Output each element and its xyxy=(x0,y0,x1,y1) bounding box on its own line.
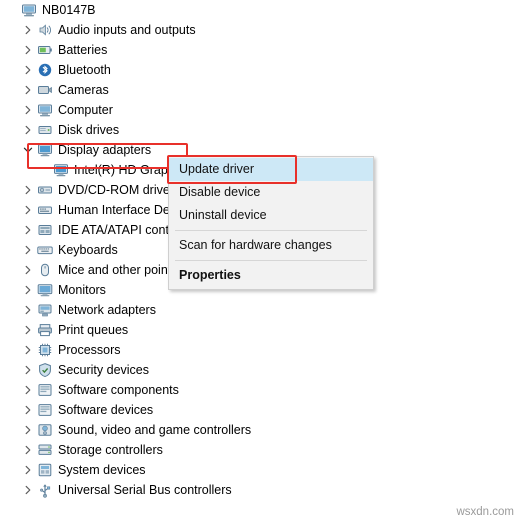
tree-node-label: Software devices xyxy=(58,403,154,417)
dvd-icon xyxy=(36,180,54,200)
processor-icon xyxy=(36,340,54,360)
display-icon xyxy=(52,160,70,180)
tree-node[interactable]: Processors xyxy=(0,340,520,360)
watermark: wsxdn.com xyxy=(456,506,514,518)
camera-icon xyxy=(36,80,54,100)
tree-node[interactable]: Print queues xyxy=(0,320,520,340)
tree-node[interactable]: Batteries xyxy=(0,40,520,60)
tree-node-label: Storage controllers xyxy=(58,443,163,457)
tree-node[interactable]: Audio inputs and outputs xyxy=(0,20,520,40)
display-icon xyxy=(36,140,54,160)
computer-icon xyxy=(20,0,38,20)
printer-icon xyxy=(36,320,54,340)
menu-item[interactable]: Properties xyxy=(169,264,373,287)
tree-node[interactable]: Cameras xyxy=(0,80,520,100)
tree-node-label: Software components xyxy=(58,383,179,397)
chevron-right-icon[interactable] xyxy=(20,180,36,200)
chevron-right-icon[interactable] xyxy=(20,220,36,240)
tree-node-label: Cameras xyxy=(58,83,109,97)
chevron-right-icon[interactable] xyxy=(20,300,36,320)
mouse-icon xyxy=(36,260,54,280)
tree-node-label: Bluetooth xyxy=(58,63,111,77)
menu-item[interactable]: Scan for hardware changes xyxy=(169,234,373,257)
tree-node-label: NB0147B xyxy=(42,3,96,17)
tree-node-label: Sound, video and game controllers xyxy=(58,423,252,437)
monitor-icon xyxy=(36,280,54,300)
bluetooth-icon xyxy=(36,60,54,80)
tree-node[interactable]: Universal Serial Bus controllers xyxy=(0,480,520,500)
tree-node[interactable]: Storage controllers xyxy=(0,440,520,460)
menu-separator xyxy=(175,260,367,261)
menu-separator xyxy=(175,230,367,231)
tree-node-label: Print queues xyxy=(58,323,129,337)
menu-item[interactable]: Uninstall device xyxy=(169,204,373,227)
chevron-right-icon[interactable] xyxy=(20,280,36,300)
security-icon xyxy=(36,360,54,380)
tree-node-label: Disk drives xyxy=(58,123,120,137)
expander-placeholder xyxy=(36,160,52,180)
system-icon xyxy=(36,460,54,480)
chevron-right-icon[interactable] xyxy=(20,440,36,460)
storage-icon xyxy=(36,440,54,460)
speaker-icon xyxy=(36,20,54,40)
tree-node-label: Network adapters xyxy=(58,303,156,317)
chevron-right-icon[interactable] xyxy=(20,340,36,360)
tree-node-label: System devices xyxy=(58,463,146,477)
tree-node[interactable]: Security devices xyxy=(0,360,520,380)
tree-node-label: Universal Serial Bus controllers xyxy=(58,483,232,497)
tree-node[interactable]: Sound, video and game controllers xyxy=(0,420,520,440)
chevron-right-icon[interactable] xyxy=(20,80,36,100)
tree-node-label: Keyboards xyxy=(58,243,118,257)
menu-item[interactable]: Disable device xyxy=(169,181,373,204)
battery-icon xyxy=(36,40,54,60)
tree-node-label: DVD/CD-ROM drives xyxy=(58,183,177,197)
network-icon xyxy=(36,300,54,320)
chevron-right-icon[interactable] xyxy=(20,400,36,420)
chevron-right-icon[interactable] xyxy=(20,40,36,60)
tree-node-label: Monitors xyxy=(58,283,106,297)
computer-icon xyxy=(36,100,54,120)
tree-root-node[interactable]: NB0147B xyxy=(0,0,520,20)
chevron-right-icon[interactable] xyxy=(20,100,36,120)
chevron-right-icon[interactable] xyxy=(20,60,36,80)
software-icon xyxy=(36,380,54,400)
chevron-right-icon[interactable] xyxy=(20,420,36,440)
usb-icon xyxy=(36,480,54,500)
sound-icon xyxy=(36,420,54,440)
tree-node-label: Security devices xyxy=(58,363,150,377)
chevron-right-icon[interactable] xyxy=(20,120,36,140)
hid-icon xyxy=(36,200,54,220)
chevron-right-icon[interactable] xyxy=(20,20,36,40)
chevron-right-icon[interactable] xyxy=(20,240,36,260)
disk-icon xyxy=(36,120,54,140)
keyboard-icon xyxy=(36,240,54,260)
chevron-right-icon[interactable] xyxy=(20,200,36,220)
tree-node[interactable]: Computer xyxy=(0,100,520,120)
context-menu[interactable]: Update driver Disable device Uninstall dev… xyxy=(168,156,374,290)
tree-node-label: Display adapters xyxy=(58,143,152,157)
chevron-right-icon[interactable] xyxy=(20,320,36,340)
software-icon xyxy=(36,400,54,420)
tree-node[interactable]: Software components xyxy=(0,380,520,400)
ide-icon xyxy=(36,220,54,240)
chevron-right-icon[interactable] xyxy=(20,260,36,280)
expander-placeholder xyxy=(4,0,20,20)
tree-node[interactable]: Software devices xyxy=(0,400,520,420)
tree-node-label: Audio inputs and outputs xyxy=(58,23,196,37)
chevron-right-icon[interactable] xyxy=(20,380,36,400)
tree-node-label: Batteries xyxy=(58,43,108,57)
chevron-right-icon[interactable] xyxy=(20,480,36,500)
chevron-right-icon[interactable] xyxy=(20,360,36,380)
tree-node-label: Processors xyxy=(58,343,121,357)
tree-node[interactable]: System devices xyxy=(0,460,520,480)
chevron-down-icon[interactable] xyxy=(20,140,36,160)
tree-node[interactable]: Network adapters xyxy=(0,300,520,320)
chevron-right-icon[interactable] xyxy=(20,460,36,480)
tree-node-label: Computer xyxy=(58,103,113,117)
menu-item[interactable]: Update driver xyxy=(169,158,373,181)
tree-node[interactable]: Disk drives xyxy=(0,120,520,140)
tree-node[interactable]: Bluetooth xyxy=(0,60,520,80)
